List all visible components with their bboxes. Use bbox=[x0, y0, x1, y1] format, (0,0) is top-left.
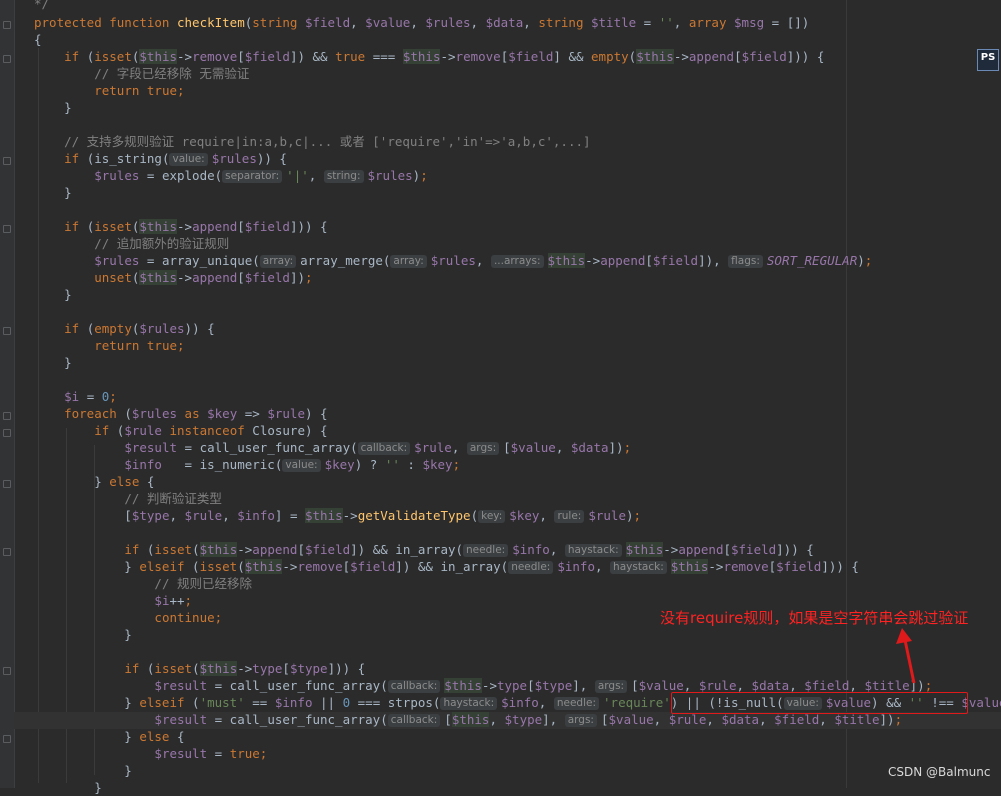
code-line: if (isset($this->type[$type])) { bbox=[124, 661, 366, 676]
code-line: $i++; bbox=[154, 593, 193, 608]
param-hint: array: bbox=[390, 255, 427, 268]
param-hint: separator: bbox=[222, 170, 283, 183]
code-line: if (isset($this->append[$field])) { bbox=[64, 219, 328, 234]
code-line: $info = is_numeric(value: $key) ? '' : $k… bbox=[124, 457, 461, 472]
param-hint: ...arrays: bbox=[490, 255, 544, 268]
param-hint: haystack: bbox=[440, 697, 498, 710]
comment: // 规则已经移除 bbox=[154, 576, 252, 591]
comment: // 判断验证类型 bbox=[124, 491, 222, 506]
annotation-arrow bbox=[896, 628, 916, 684]
param-hint: needle: bbox=[553, 697, 600, 710]
param-hint: value: bbox=[282, 459, 321, 472]
code-line: // 字段已经移除 无需验证 bbox=[34, 65, 249, 82]
code-line: } bbox=[34, 185, 72, 200]
param-hint: args: bbox=[564, 714, 597, 727]
code-line: protected function checkItem(string $fie… bbox=[34, 15, 810, 30]
code-line: $result = call_user_func_array(callback:… bbox=[124, 440, 632, 455]
param-hint: haystack: bbox=[564, 544, 622, 557]
fold-marker[interactable] bbox=[3, 548, 11, 556]
code-line: { bbox=[34, 32, 42, 47]
code-line: $rules = explode(separator: '|', string: $… bbox=[94, 168, 428, 183]
watermark: CSDN @Balmunc bbox=[888, 765, 991, 779]
param-hint: callback: bbox=[387, 680, 441, 693]
code-line: return true; bbox=[94, 83, 185, 98]
code-line: } bbox=[34, 287, 72, 302]
right-margin-guide bbox=[846, 0, 847, 788]
code-line: $rules = array_unique(array: array_merge(… bbox=[94, 253, 873, 268]
param-hint: value: bbox=[169, 153, 208, 166]
code-line: } else { bbox=[34, 729, 185, 744]
code-line: */ bbox=[34, 0, 49, 12]
param-hint: haystack: bbox=[610, 561, 667, 574]
code-line: // 追加额外的验证规则 bbox=[34, 235, 229, 252]
comment: */ bbox=[34, 0, 50, 11]
code-line: if (isset($this->remove[$field]) && true… bbox=[64, 49, 825, 64]
code-line: if (isset($this->append[$field]) && in_a… bbox=[124, 542, 814, 557]
param-hint: args: bbox=[466, 442, 500, 455]
fold-marker[interactable] bbox=[3, 480, 11, 488]
annotation-text: 没有require规则，如果是空字符串会跳过验证 bbox=[660, 609, 969, 627]
fold-marker[interactable] bbox=[3, 429, 11, 437]
param-hint: flags: bbox=[728, 255, 763, 268]
fold-marker[interactable] bbox=[3, 412, 11, 420]
param-hint: args: bbox=[594, 680, 628, 693]
fold-marker[interactable] bbox=[3, 327, 11, 335]
phpstorm-icon[interactable]: PS bbox=[977, 49, 999, 71]
code-line: return true; bbox=[94, 338, 185, 353]
fold-marker[interactable] bbox=[3, 21, 11, 29]
code-line: if (empty($rules)) { bbox=[64, 321, 215, 336]
code-line: } bbox=[34, 627, 132, 642]
code-line: } bbox=[34, 763, 132, 778]
code-line: } else { bbox=[34, 474, 155, 489]
code-line: if ($rule instanceof Closure) { bbox=[94, 423, 328, 438]
param-hint: key: bbox=[478, 510, 506, 523]
code-line: foreach ($rules as $key => $rule) { bbox=[64, 406, 328, 421]
fold-marker[interactable] bbox=[3, 157, 11, 165]
code-line: } bbox=[34, 100, 72, 115]
editor-gutter bbox=[0, 0, 15, 788]
code-line: // 判断验证类型 bbox=[34, 490, 222, 507]
param-hint: rule: bbox=[554, 510, 585, 523]
param-hint: needle: bbox=[508, 561, 554, 574]
code-line: $i = 0; bbox=[64, 389, 117, 404]
code-line: } elseif (isset($this->remove[$field]) &… bbox=[34, 559, 859, 574]
code-line: } bbox=[34, 355, 72, 370]
comment: // 支持多规则验证 require|in:a,b,c|... 或者 ['req… bbox=[64, 134, 591, 149]
param-hint: callback: bbox=[387, 714, 441, 727]
comment: // 字段已经移除 无需验证 bbox=[94, 66, 250, 81]
function-name: checkItem bbox=[177, 15, 245, 30]
fold-marker[interactable] bbox=[3, 225, 11, 233]
comment: // 追加额外的验证规则 bbox=[94, 236, 230, 251]
code-line: // 支持多规则验证 require|in:a,b,c|... 或者 ['req… bbox=[34, 133, 591, 150]
param-hint: callback: bbox=[357, 442, 411, 455]
fold-marker[interactable] bbox=[3, 735, 11, 743]
fold-marker[interactable] bbox=[3, 55, 11, 63]
highlight-box bbox=[671, 692, 968, 714]
code-line: continue; bbox=[154, 610, 223, 625]
fold-marker[interactable] bbox=[3, 667, 11, 675]
param-hint: needle: bbox=[463, 544, 509, 557]
code-line: if (is_string(value: $rules)) { bbox=[64, 151, 287, 166]
code-line: [$type, $rule, $info] = $this->getValida… bbox=[34, 508, 642, 523]
param-hint: array: bbox=[259, 255, 297, 268]
code-line: $result = true; bbox=[154, 746, 268, 761]
param-hint: string: bbox=[323, 170, 364, 183]
code-line: // 规则已经移除 bbox=[34, 575, 252, 592]
code-line: unset($this->append[$field]); bbox=[94, 270, 313, 285]
